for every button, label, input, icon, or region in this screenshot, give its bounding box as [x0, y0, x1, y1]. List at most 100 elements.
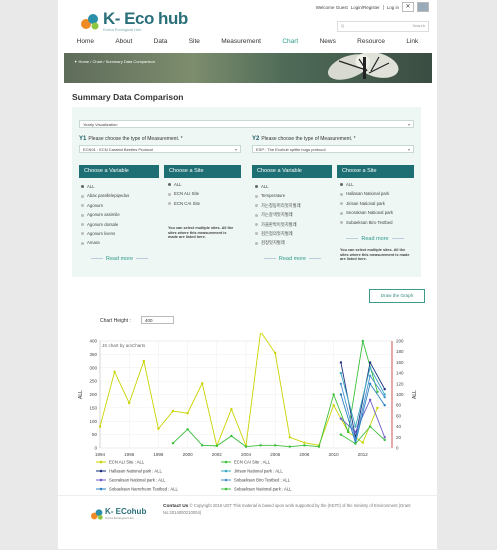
nav-link[interactable]: Link: [406, 38, 418, 52]
legend-label: Sobaeksan Namcheon Testbed : ALL: [109, 487, 179, 492]
legend-label: Sobaeksan Biro Testbed : ALL: [234, 478, 291, 483]
chevron-down-icon: ▾: [407, 147, 410, 152]
chart-credit: JS chart by amCharts: [102, 343, 146, 348]
data-point: [303, 444, 306, 447]
data-point: [368, 366, 372, 369]
y1-measurement-select[interactable]: ECN01 : ECN Carabid Beetles Protocol ▾: [79, 145, 241, 153]
y2-variable-option[interactable]: 검정멋지벌레: [255, 240, 301, 249]
close-icon[interactable]: ✕: [402, 2, 414, 12]
y1-site-note: You can select multiple sites. All the s…: [168, 226, 234, 239]
visualization-select[interactable]: Yearly Visualization ▾: [79, 120, 414, 128]
data-point: [230, 408, 233, 411]
y-left-axis-label: ALL: [78, 390, 84, 399]
data-point: [368, 382, 372, 385]
data-point: [354, 430, 357, 434]
legend-label: ECN CAI Site : ALL: [234, 460, 271, 465]
chart-height-input[interactable]: 400: [141, 316, 174, 324]
language-flag-icon[interactable]: [417, 2, 429, 12]
data-point: [186, 412, 189, 415]
y2-site-option[interactable]: Sobaeksan Biro Testbed: [340, 220, 393, 229]
legend-label: ECN ALI Site : ALL: [109, 460, 145, 465]
data-point: [244, 445, 248, 448]
chevron-down-icon: ▾: [234, 147, 237, 152]
y2-read-more-link-variables[interactable]: Read more: [255, 256, 330, 262]
data-point: [339, 433, 343, 436]
legend-marker: [99, 460, 103, 464]
y1-site-option[interactable]: ECN CAI Site: [168, 201, 200, 210]
site-logo[interactable]: K- Eco hub Korea Ecological Hub: [80, 9, 200, 35]
y2-read-more-link[interactable]: Read more: [335, 236, 415, 242]
search-box[interactable]: Q Search: [337, 21, 429, 32]
y-right-tick-label: 100: [396, 392, 404, 397]
draw-graph-button[interactable]: Draw the Graph: [369, 289, 425, 303]
data-point: [368, 374, 372, 377]
y2-site-option[interactable]: ALL: [340, 182, 393, 191]
legend-marker: [99, 478, 103, 482]
y2-measurement-select[interactable]: ESP : The Ecohub spittle bugs protocol ▾: [252, 145, 414, 153]
data-point: [376, 406, 379, 410]
y2-variable-option[interactable]: 가는청동머리멋지벌레: [255, 203, 301, 212]
legend-label: Hallasan National park : ALL: [109, 469, 163, 474]
y1-site-list: ALL ECN ALI Site ECN CAI Site: [168, 182, 200, 210]
y2-variable-option[interactable]: ALL: [255, 184, 301, 193]
y1-variable-option[interactable]: ALL: [81, 184, 129, 193]
nav-site[interactable]: Site: [189, 38, 200, 52]
logo-subtitle: Korea Ecological Hub: [103, 27, 142, 32]
y1-variable-option[interactable]: Agonum: [81, 203, 129, 212]
welcome-text: Welcome Guest: [315, 4, 348, 10]
data-point: [142, 359, 145, 363]
y-left-tick-label: 0: [94, 446, 97, 451]
data-point: [215, 444, 218, 448]
y2-variable-option[interactable]: 가을판박이멋지벌레: [255, 222, 301, 231]
legend-marker: [99, 469, 103, 473]
search-button[interactable]: Search: [412, 23, 425, 28]
chart-height-label: Chart Height :: [100, 318, 131, 324]
nav-home[interactable]: Home: [77, 38, 94, 52]
nav-news[interactable]: News: [320, 38, 336, 52]
y1-variable-option[interactable]: Abax parallelepipedus: [81, 193, 129, 202]
nav-data[interactable]: Data: [154, 38, 168, 52]
y1-site-header: Choose a Site: [164, 165, 241, 178]
y1-site-option[interactable]: ECN ALI Site: [168, 191, 200, 200]
butterfly-image: [327, 53, 399, 80]
footer-logo-text: K- ECohub: [105, 507, 147, 516]
data-point: [113, 370, 116, 373]
nav-measurement[interactable]: Measurement: [221, 38, 261, 52]
data-point: [274, 351, 277, 355]
contact-link[interactable]: Contact Us: [163, 504, 188, 509]
data-point: [368, 361, 372, 364]
y1-variable-option[interactable]: Agonum livens: [81, 231, 129, 240]
data-point: [383, 387, 386, 391]
y2-site-option[interactable]: Hallasan National park: [340, 191, 393, 200]
x-tick-label: 2006: [270, 452, 281, 457]
y1-site-option[interactable]: ALL: [168, 182, 200, 191]
y1-read-more-link[interactable]: Read more: [82, 256, 157, 262]
data-point: [354, 442, 357, 445]
data-point: [259, 444, 262, 447]
page-title: Summary Data Comparison: [72, 92, 184, 102]
y1-variable-option[interactable]: Agonum assimile: [81, 212, 129, 221]
y2-variable-option[interactable]: 검은점의멋지벌레: [255, 231, 301, 240]
logo-mark-icon: [81, 14, 99, 30]
nav-chart[interactable]: Chart: [282, 38, 298, 52]
y2-variable-option[interactable]: 가는갈색멋지벌레: [255, 212, 301, 221]
y2-site-option[interactable]: Jirisan National park: [340, 201, 393, 210]
y1-variable-header: Choose a Variable: [79, 165, 159, 178]
y2-site-option[interactable]: Seoraksan National park: [340, 210, 393, 219]
data-point: [201, 382, 204, 385]
y2-variable-option[interactable]: Temperature: [255, 193, 301, 202]
login-link[interactable]: Log in: [382, 4, 399, 10]
y1-variable-option[interactable]: Amara: [81, 240, 129, 249]
nav-about[interactable]: About: [115, 38, 132, 52]
data-point: [157, 427, 160, 430]
x-tick-label: 1996: [124, 452, 135, 457]
search-input[interactable]: Q: [341, 23, 344, 28]
y-right-tick-label: 40: [396, 424, 402, 429]
breadcrumb-banner: ✦ Home / Chart / Summary Data Comparison: [64, 53, 432, 83]
y-right-tick-label: 60: [396, 413, 402, 418]
data-point: [383, 395, 386, 399]
login-register-link[interactable]: Login/Register: [351, 5, 380, 10]
nav-resource[interactable]: Resource: [357, 38, 385, 52]
y2-site-list: ALL Hallasan National park Jirisan Nationa…: [340, 182, 393, 229]
y1-variable-option[interactable]: Agonum dorsale: [81, 222, 129, 231]
